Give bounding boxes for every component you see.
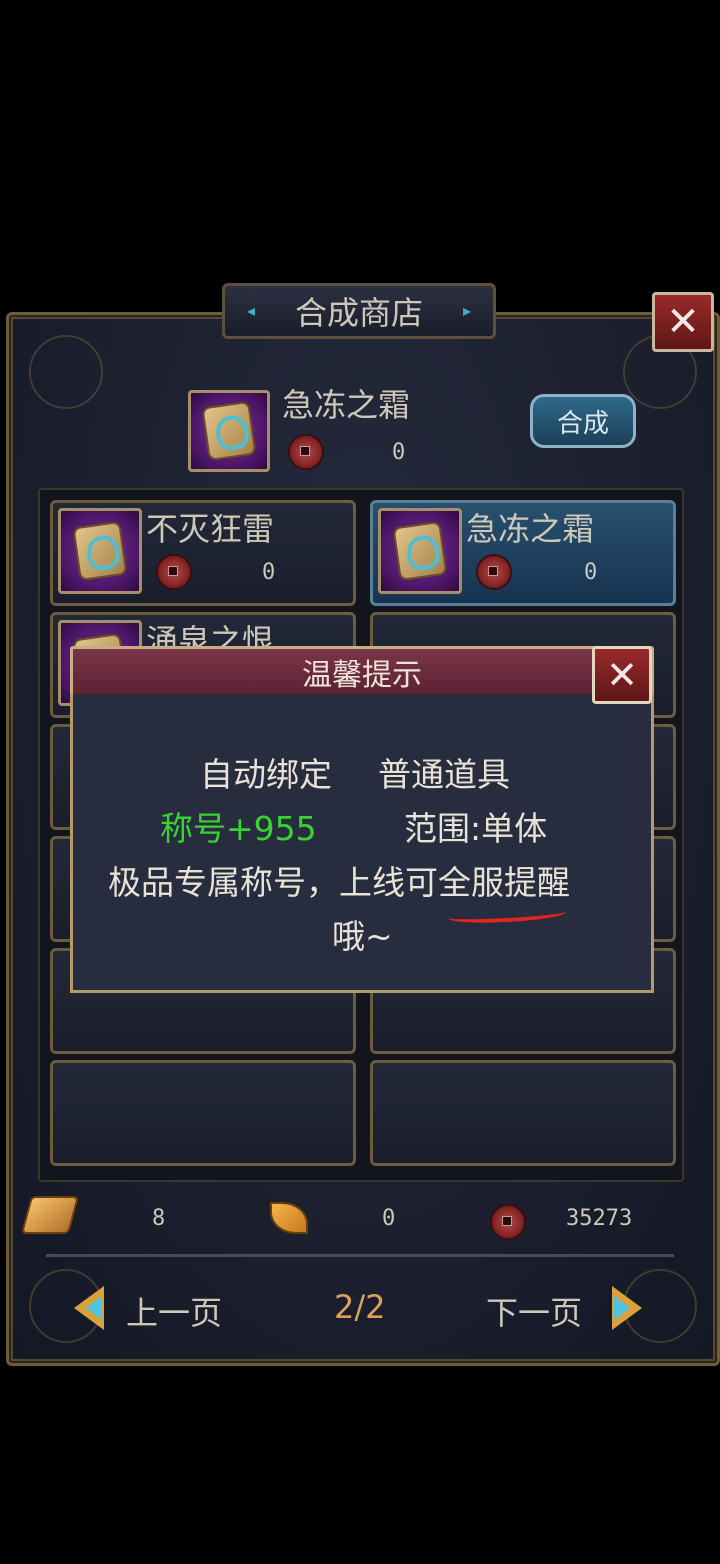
shop-title-text: 合成商店 xyxy=(294,294,423,332)
compose-button[interactable]: 合成 xyxy=(530,394,636,448)
grid-cell[interactable] xyxy=(50,1060,356,1166)
selected-item-cost: 0 xyxy=(392,440,406,465)
item-icon xyxy=(58,508,142,594)
leaf-amount: 0 xyxy=(382,1206,396,1231)
scroll-icon xyxy=(74,523,126,579)
description-text-end: 哦~ xyxy=(332,917,393,956)
item-type-text: 普通道具 xyxy=(378,755,510,794)
selected-item-icon xyxy=(188,390,270,472)
item-cost: 0 xyxy=(584,560,598,585)
shop-title: ◂ 合成商店 ▸ xyxy=(222,283,496,339)
scroll-icon xyxy=(394,523,446,579)
title-left-ornament: ◂ xyxy=(247,301,256,320)
gold-amount: 8 xyxy=(152,1206,166,1231)
range-text: 范围:单体 xyxy=(404,809,548,848)
bind-type-text: 自动绑定 xyxy=(200,755,332,794)
prev-page-button[interactable]: 上一页 xyxy=(126,1288,222,1334)
dialog-title: 温馨提示 xyxy=(70,646,654,698)
coin-icon xyxy=(156,554,192,590)
coin-amount: 35273 xyxy=(566,1206,633,1231)
coin-icon xyxy=(476,554,512,590)
next-page-button[interactable]: 下一页 xyxy=(486,1288,582,1334)
gold-ingot-icon xyxy=(23,1198,77,1232)
item-icon xyxy=(378,508,462,594)
coin-icon xyxy=(490,1204,526,1240)
next-arrow-inner xyxy=(614,1296,630,1320)
item-name: 急冻之霜 xyxy=(466,510,595,548)
coin-icon xyxy=(288,434,324,470)
description-text: 极品专属称号，上线可全服提醒 xyxy=(108,863,570,902)
decor-corner xyxy=(29,335,103,409)
title-right-ornament: ▸ xyxy=(462,301,471,320)
grid-cell[interactable] xyxy=(370,1060,676,1166)
close-icon[interactable]: ✕ xyxy=(652,292,714,352)
prev-arrow-inner xyxy=(86,1296,102,1320)
dialog-close-icon[interactable]: ✕ xyxy=(592,646,652,704)
item-name: 不灭狂雷 xyxy=(146,510,275,548)
divider xyxy=(46,1254,674,1257)
title-bonus-text: 称号+955 xyxy=(160,809,317,848)
selected-item-name: 急冻之霜 xyxy=(282,386,411,424)
page-indicator: 2/2 xyxy=(334,1288,386,1326)
scroll-icon xyxy=(203,403,255,459)
item-cost: 0 xyxy=(262,560,276,585)
